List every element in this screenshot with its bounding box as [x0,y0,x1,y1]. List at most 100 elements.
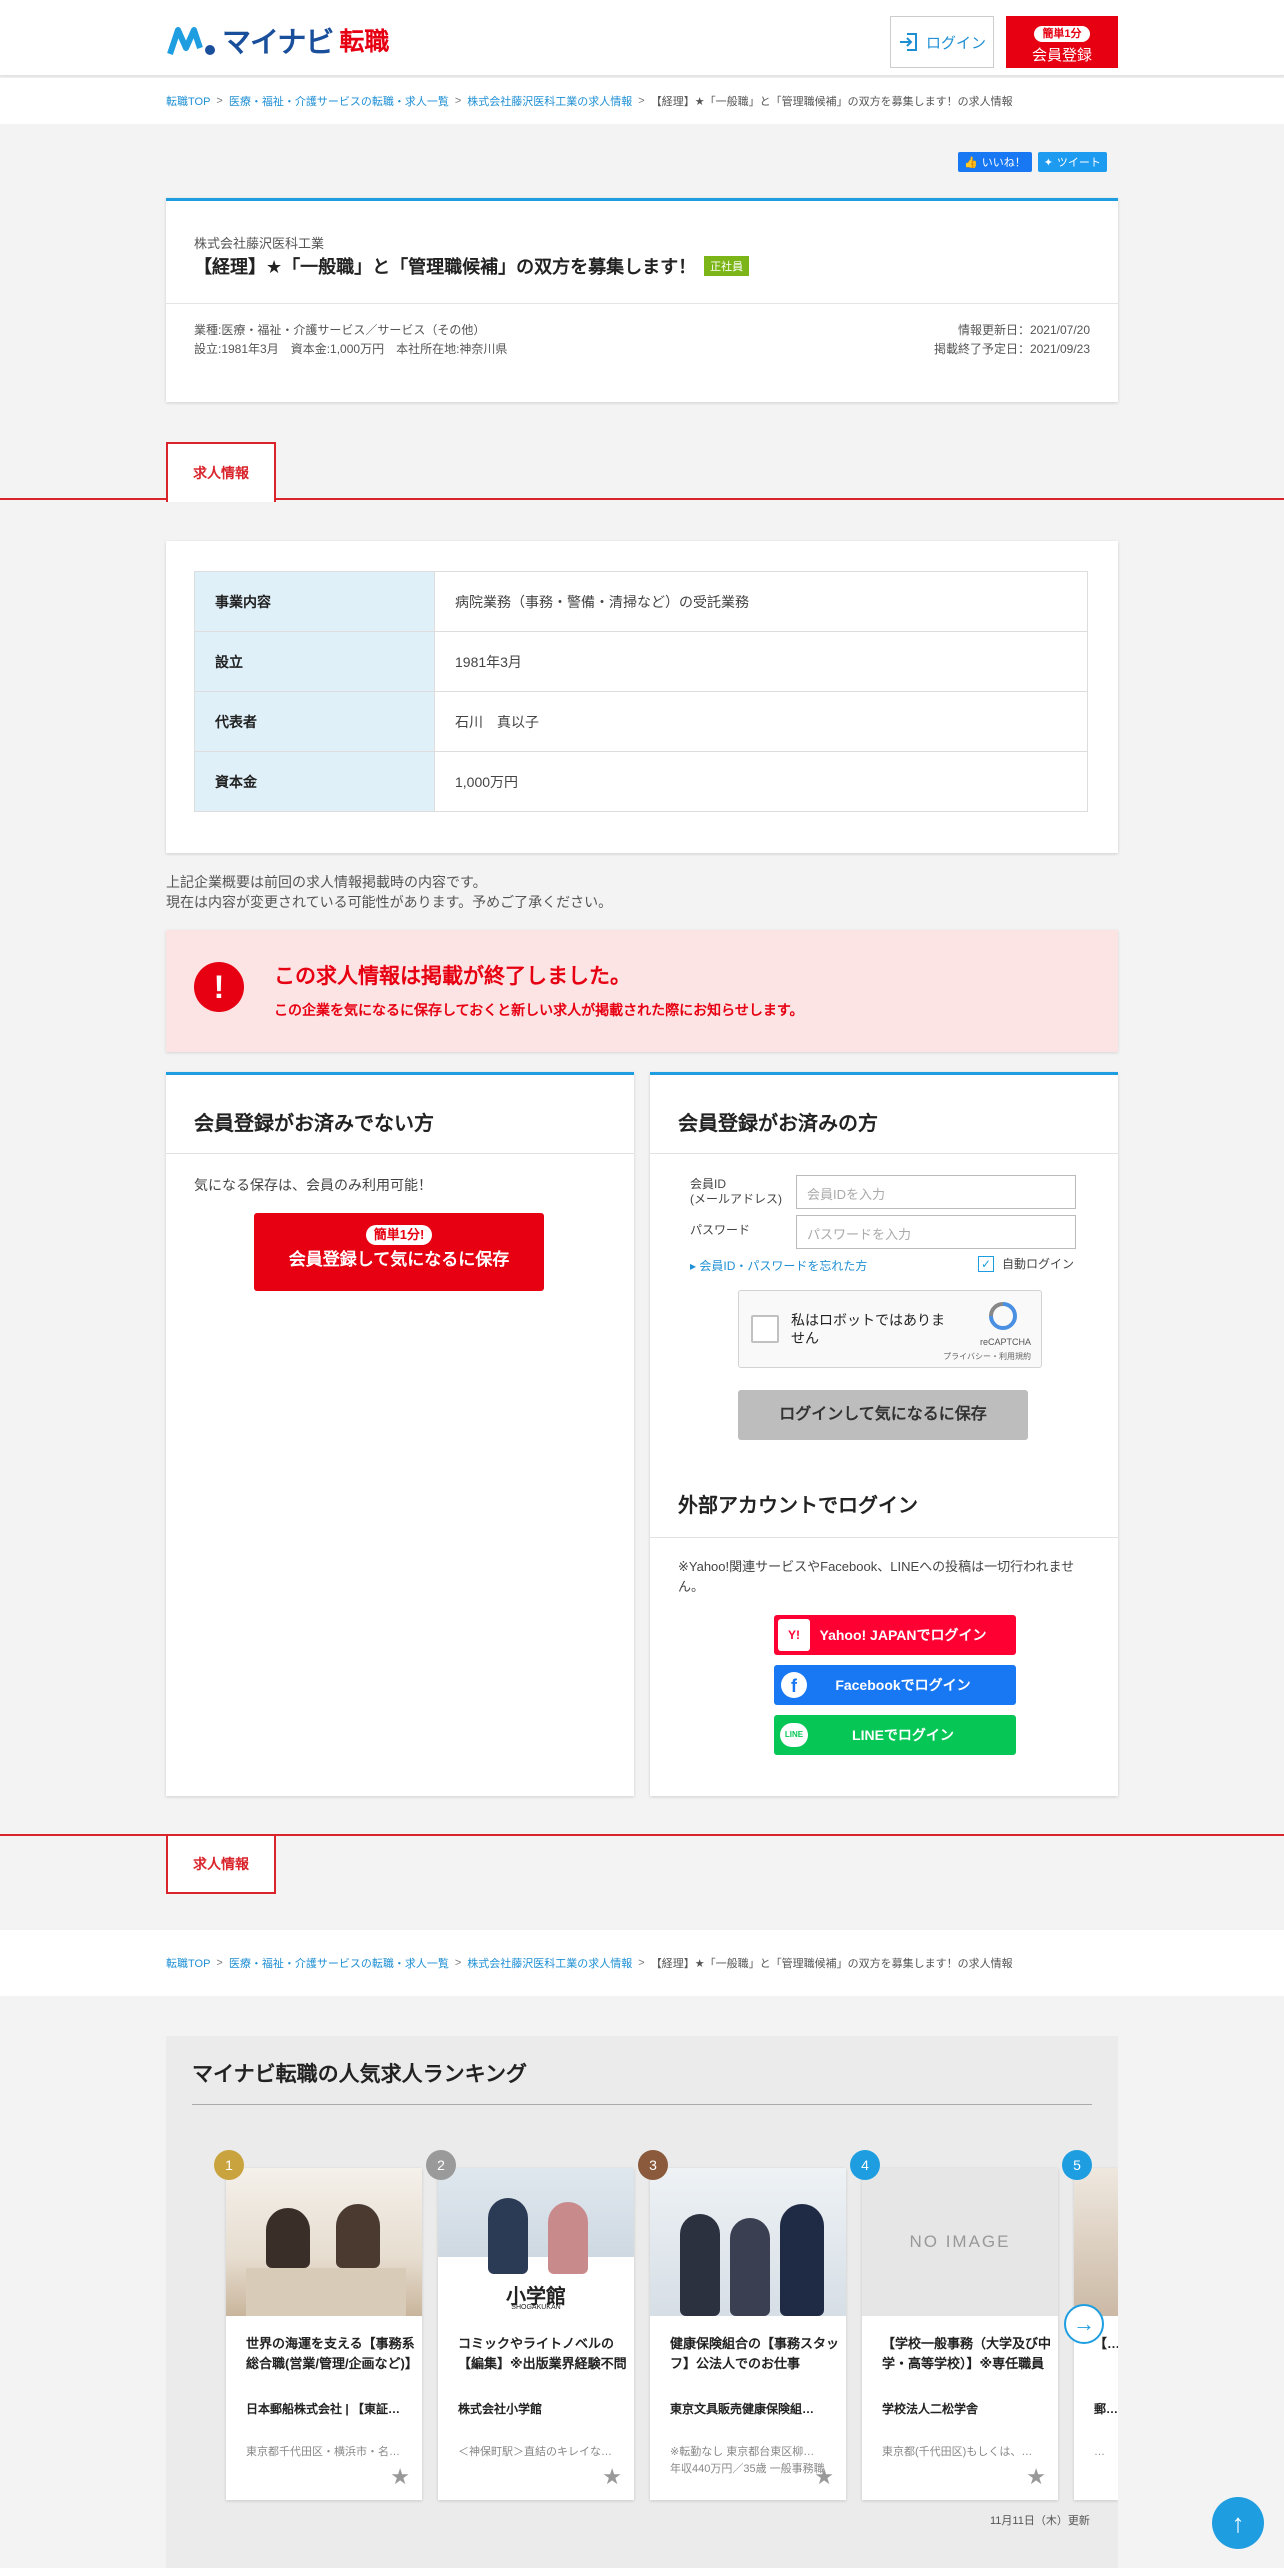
arrow-up-icon: ↑ [1231,2507,1245,2538]
recaptcha-logo-icon [985,1301,1021,1331]
rank-badge: 2 [426,2150,456,2180]
id-label-line: (メールアドレス) [690,1192,782,1206]
member-id-input[interactable]: 会員IDを入力 [796,1175,1076,1209]
site-logo[interactable]: マイナビ 転職 [166,20,389,60]
rank-badge: 1 [214,2150,244,2180]
rank-badge: 3 [638,2150,668,2180]
social-buttons: 👍 いいね！ ✦ ツイート [958,152,1107,172]
like-label: いいね！ [981,157,1026,169]
member-heading: 会員登録がお済みの方 [678,1113,878,1135]
login-save-button[interactable]: ログインして気になるに保存 [738,1390,1028,1440]
employment-type-badge: 正社員 [704,256,750,276]
tab-job-info[interactable]: 求人情報 [166,442,276,502]
star-icon[interactable]: ★ [390,2464,410,2490]
company-info-notice: 上記企業概要は前回の求人情報掲載時の内容です。 現在は内容が変更されている可能性… [166,872,612,912]
recaptcha-text: 私はロボットではありません [791,1312,945,1346]
logo-sub: 転職 [339,28,390,56]
no-image-placeholder: NO IMAGE [862,2168,1058,2316]
breadcrumb-current: 【経理】★「一般職」と「管理職候補」の双方を募集します！の求人情報 [650,96,1013,108]
breadcrumb-bottom: 転職TOP > 医療・福祉・介護サービスの転職・求人一覧 > 株式会社藤沢医科工業の… [0,1930,1284,1996]
password-input[interactable]: パスワードを入力 [796,1215,1076,1249]
company-name[interactable]: 株式会社藤沢医科工業 [194,233,324,252]
facebook-like-button[interactable]: 👍 いいね！ [958,152,1032,172]
divider [166,1153,634,1154]
breadcrumb-item-company[interactable]: 株式会社藤沢医科工業の求人情報 [467,1955,632,1971]
breadcrumb-item-company[interactable]: 株式会社藤沢医科工業の求人情報 [467,93,632,109]
info-value: 病院業務（事務・警備・清掃など）の受託業務 [434,571,1088,632]
register-pill: 簡単1分 [1034,26,1090,42]
nonmember-heading: 会員登録がお済みでない方 [194,1113,434,1135]
login-button[interactable]: ログイン [890,16,994,68]
register-label: 会員登録 [1031,47,1092,64]
recaptcha-box: 私はロボットではありません reCAPTCHA プライバシー・利用規約 [738,1290,1042,1368]
notice-line: 上記企業概要は前回の求人情報掲載時の内容です。 [166,874,487,890]
auto-login-checkbox[interactable]: ✓ 自動ログイン [978,1255,1074,1272]
line-label: LINEでログイン [852,1727,954,1743]
company-info-table: 事業内容 病院業務（事務・警備・清掃など）の受託業務 設立 1981年3月 代表者石… [194,571,1088,812]
login-label: ログイン [925,34,986,52]
site-header: マイナビ 転職 ログイン 簡単1分 会員登録 [0,0,1284,76]
ranking-section: マイナビ転職の人気求人ランキング 世界の海運を支える【事務系総合職(営業/管理/… [166,2036,1118,2568]
star-icon[interactable]: ★ [602,2464,622,2490]
breadcrumb-item-industry[interactable]: 医療・福祉・介護サービスの転職・求人一覧 [229,93,449,109]
password-label: パスワード [690,1223,751,1237]
job-industry: 業種:医療・福祉・介護サービス／サービス（その他） [194,323,486,337]
star-icon[interactable]: ★ [814,2464,834,2490]
ranking-location: ＜神保町駅＞直結のキレイな… [458,2446,612,2458]
tab-job-info-bottom[interactable]: 求人情報 [166,1836,276,1894]
updated-date: 情報更新日：2021/07/20 [957,323,1090,337]
tweet-button[interactable]: ✦ ツイート [1037,152,1107,172]
breadcrumb-item-top[interactable]: 転職TOP [166,1955,210,1971]
ranking-company: 株式会社小学館 [458,2402,543,2416]
ranking-location: 東京都千代田区・横浜市・名… [246,2446,400,2458]
table-row: 代表者 石川 真以子 [194,691,1088,752]
info-value: 1981年3月 [434,631,1088,692]
divider [650,1537,1118,1538]
star-icon[interactable]: ★ [1026,2464,1046,2490]
ranking-job-title: 健康保険組合の【事務スタッフ】公法人でのお仕事 [670,2336,840,2371]
recaptcha-brand: reCAPTCHA [979,1337,1031,1347]
scroll-to-top-button[interactable]: ↑ [1212,2497,1264,2549]
recaptcha-links[interactable]: プライバシー・利用規約 [943,1351,1031,1362]
ranking-company: 東京文具販売健康保険組… [670,2402,815,2416]
ranking-card[interactable]: 小学館 SHOGAKUKAN コミックやライトノベルの【編集】※出版業界経験不問… [438,2168,634,2500]
job-photo [1074,2168,1118,2316]
location-line: ※転勤なし 東京都台東区柳… [670,2446,815,2458]
thumbs-up-icon: 👍 [964,156,978,169]
ranking-job-title: 【学校一般事務（大学及び中学・高等学校）】※専任職員 [882,2336,1052,2371]
ranking-card[interactable]: NO IMAGE 【学校一般事務（大学及び中学・高等学校）】※専任職員 学校法人… [862,2168,1058,2500]
yahoo-icon: Y! [778,1619,810,1651]
breadcrumb-item-top[interactable]: 転職TOP [166,93,210,109]
carousel-next-arrow-icon[interactable]: → [1064,2304,1104,2344]
job-meta: 業種:医療・福祉・介護サービス／サービス（その他） 設立:1981年3月 資本金… [194,321,507,359]
divider [166,303,1118,304]
table-row: 資本金 1,000万円 [194,751,1088,812]
member-id-label: 会員ID (メールアドレス) [690,1177,782,1207]
breadcrumb-item-industry[interactable]: 医療・福祉・介護サービスの転職・求人一覧 [229,1955,449,1971]
ranking-job-title: 世界の海運を支える【事務系総合職(営業/管理/企画など)】 [246,2336,418,2371]
ranking-card[interactable]: 健康保険組合の【事務スタッフ】公法人でのお仕事 東京文具販売健康保険組… ※転勤… [650,2168,846,2500]
notice-line: 現在は内容が変更されている可能性があります。予めご了承ください。 [166,894,613,910]
ranking-card[interactable]: 世界の海運を支える【事務系総合職(営業/管理/企画など)】 日本郵船株式会社 |… [226,2168,422,2500]
ranking-company: 日本郵船株式会社 | 【東証… [246,2402,401,2416]
job-title-text: 【経理】★「一般職」と「管理職候補」の双方を募集します！ [194,257,697,277]
recaptcha-checkbox[interactable] [751,1315,779,1343]
register-save-label: 会員登録して気になるに保存 [288,1250,510,1269]
forgot-password-link[interactable]: ▸ 会員ID・パスワードを忘れた方 [690,1257,867,1274]
job-photo [650,2168,846,2316]
nonmember-panel: 会員登録がお済みでない方 気になる保存は、会員のみ利用可能！ 簡単1分! 会員登… [166,1072,634,1796]
line-login-button[interactable]: LINE LINEでログイン [774,1715,1016,1755]
yahoo-login-button[interactable]: Y! Yahoo! JAPANでログイン [774,1615,1016,1655]
facebook-icon: f [778,1669,810,1701]
shogakukan-logo-sub: SHOGAKUKAN [511,2304,561,2311]
nonmember-desc: 気になる保存は、会員のみ利用可能！ [194,1177,432,1193]
line-icon-text: LINE [780,1723,808,1747]
register-and-save-button[interactable]: 簡単1分! 会員登録して気になるに保存 [254,1213,544,1291]
rank-badge: 4 [850,2150,880,2180]
breadcrumb-sep: > [216,1957,223,1969]
facebook-login-button[interactable]: f Facebookでログイン [774,1665,1016,1705]
register-button[interactable]: 簡単1分 会員登録 [1006,16,1118,68]
info-key: 事業内容 [194,571,435,632]
auto-login-label: 自動ログイン [1002,1257,1075,1271]
breadcrumb-sep: > [454,95,462,107]
